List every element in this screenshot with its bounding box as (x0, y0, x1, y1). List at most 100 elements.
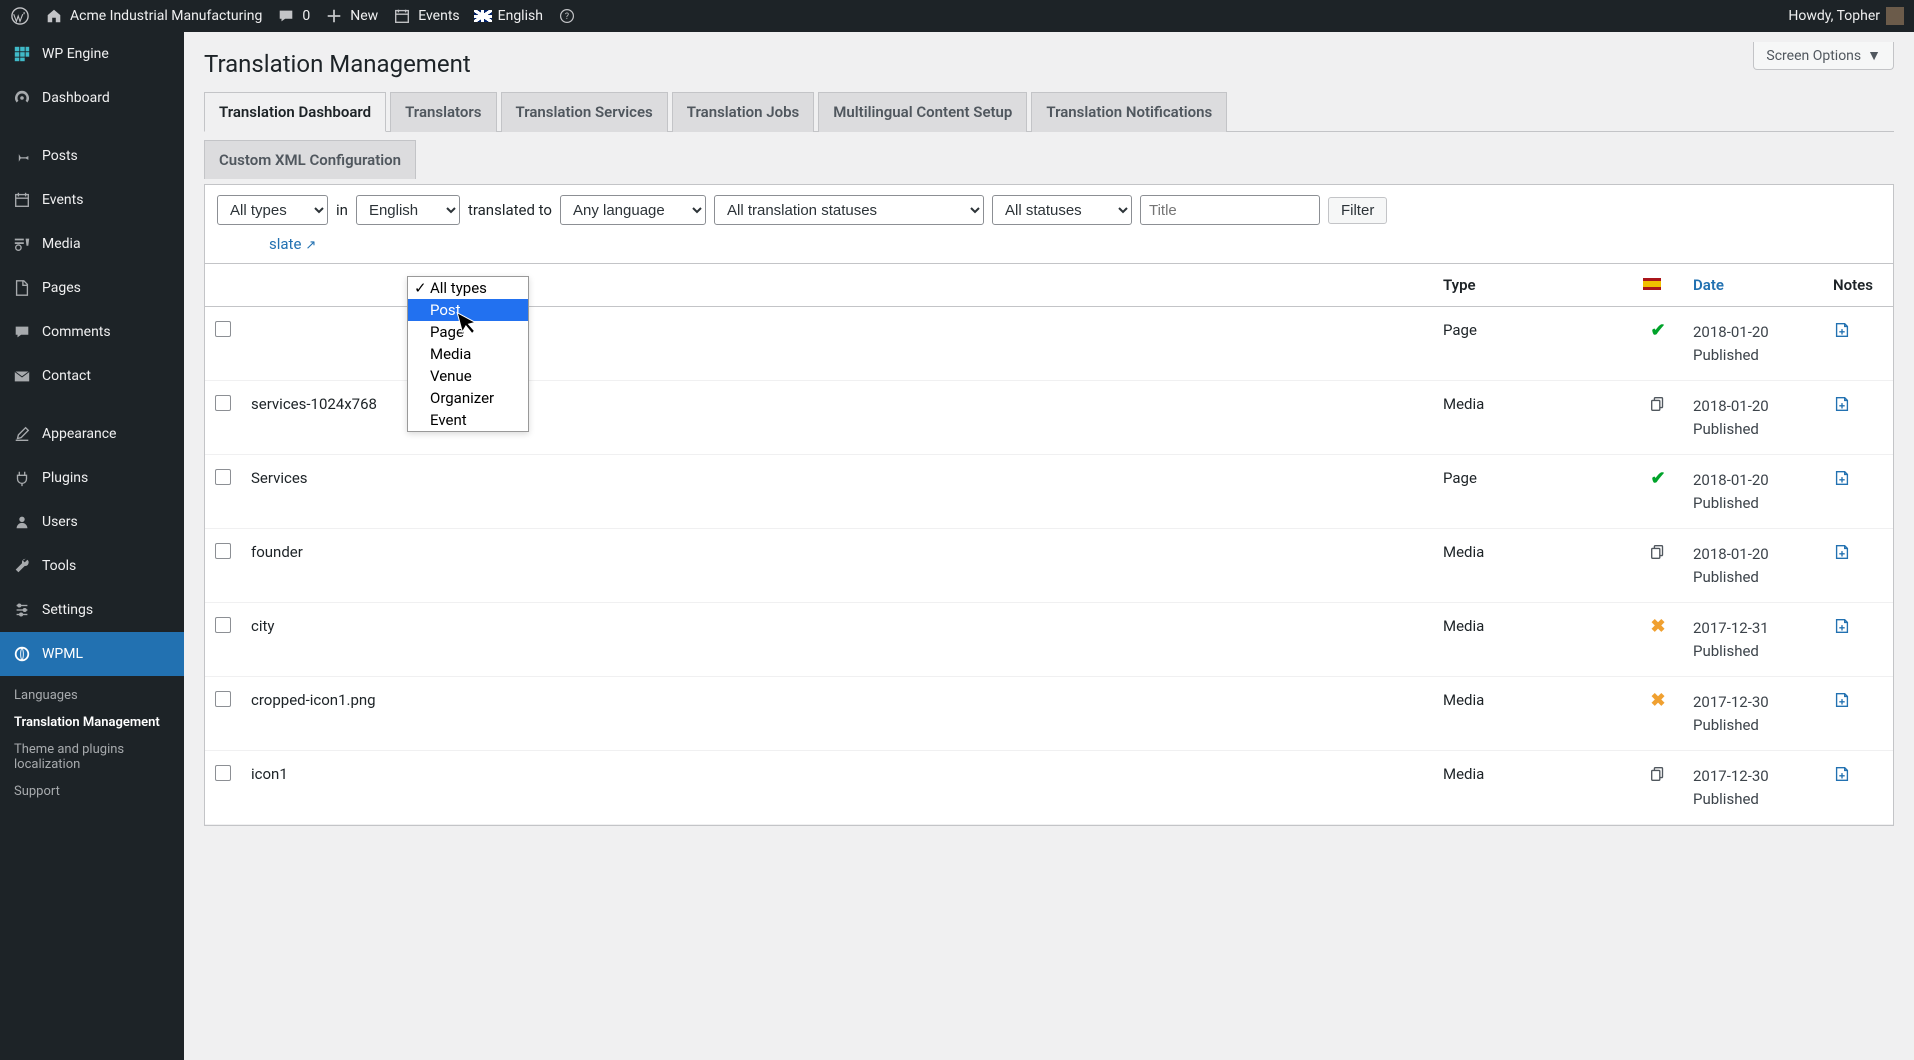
row-checkbox[interactable] (215, 469, 231, 485)
new-label: New (350, 8, 378, 24)
status-select[interactable]: All statuses (992, 195, 1132, 225)
sidebar-item-wpengine[interactable]: WP Engine (0, 32, 184, 76)
row-type: Media (1433, 603, 1633, 677)
admin-bar: Acme Industrial Manufacturing 0 New Even… (0, 0, 1914, 32)
calendar-icon (12, 190, 32, 210)
help-link[interactable]: ? (557, 6, 577, 26)
sidebar-item-users[interactable]: Users (0, 500, 184, 544)
main-content: Screen Options▼ Translation Management T… (184, 32, 1914, 1060)
home-icon (44, 6, 64, 26)
header-checkbox[interactable] (205, 264, 241, 307)
dropdown-opt-post[interactable]: Post (408, 299, 528, 321)
header-flag (1633, 264, 1683, 307)
submenu-languages[interactable]: Languages (0, 682, 184, 709)
sidebar-item-settings[interactable]: Settings (0, 588, 184, 632)
row-note (1823, 307, 1893, 381)
tab-translation-notifications[interactable]: Translation Notifications (1031, 92, 1227, 132)
tab-custom-xml[interactable]: Custom XML Configuration (204, 140, 416, 179)
sidebar-label: Tools (42, 558, 76, 574)
sidebar-item-pages[interactable]: Pages (0, 266, 184, 310)
settings-icon (12, 600, 32, 620)
header-type: Type (1433, 264, 1633, 307)
sidebar-item-media[interactable]: Media (0, 222, 184, 266)
sidebar-item-tools[interactable]: Tools (0, 544, 184, 588)
row-checkbox[interactable] (215, 543, 231, 559)
dropdown-opt-all-types[interactable]: All types (408, 277, 528, 299)
lang-to-select[interactable]: Any language (560, 195, 706, 225)
table-row: icon1Media2017-12-30Published (205, 751, 1893, 825)
translated-to-label: translated to (468, 201, 552, 219)
tab-translation-jobs[interactable]: Translation Jobs (672, 92, 814, 132)
sidebar-item-appearance[interactable]: Appearance (0, 412, 184, 456)
add-note-icon[interactable] (1833, 469, 1883, 487)
row-type: Media (1433, 529, 1633, 603)
dropdown-opt-venue[interactable]: Venue (408, 365, 528, 387)
screen-options-toggle[interactable]: Screen Options▼ (1753, 42, 1894, 70)
sidebar-item-plugins[interactable]: Plugins (0, 456, 184, 500)
add-note-icon[interactable] (1833, 617, 1883, 635)
tab-translation-dashboard[interactable]: Translation Dashboard (204, 92, 386, 132)
type-select[interactable]: All types (217, 195, 328, 225)
comment-icon (12, 322, 32, 342)
filter-button[interactable]: Filter (1328, 197, 1387, 224)
add-note-icon[interactable] (1833, 321, 1883, 339)
sidebar-item-posts[interactable]: Posts (0, 134, 184, 178)
add-note-icon[interactable] (1833, 395, 1883, 413)
new-link[interactable]: New (324, 6, 378, 26)
row-checkbox[interactable] (215, 691, 231, 707)
sidebar-item-events[interactable]: Events (0, 178, 184, 222)
events-link[interactable]: Events (392, 6, 459, 26)
sidebar-item-dashboard[interactable]: Dashboard (0, 76, 184, 120)
sidebar-item-wpml[interactable]: WPML (0, 632, 184, 676)
calendar-icon (392, 6, 412, 26)
submenu-support[interactable]: Support (0, 778, 184, 805)
header-date[interactable]: Date (1683, 264, 1823, 307)
row-checkbox[interactable] (215, 765, 231, 781)
add-note-icon[interactable] (1833, 765, 1883, 783)
language-label: English (498, 8, 543, 24)
add-note-icon[interactable] (1833, 543, 1883, 561)
language-switcher[interactable]: English (474, 8, 543, 24)
comments-link[interactable]: 0 (276, 6, 310, 26)
row-checkbox[interactable] (215, 617, 231, 633)
sidebar-label: WP Engine (42, 46, 109, 62)
dropdown-opt-media[interactable]: Media (408, 343, 528, 365)
table-row: cropped-icon1.pngMedia✖2017-12-30Publish… (205, 677, 1893, 751)
table-row: ServicesPage✔2018-01-20Published (205, 455, 1893, 529)
dashboard-icon (12, 88, 32, 108)
row-title: city (241, 603, 1433, 677)
sidebar-label: Appearance (42, 426, 116, 442)
dropdown-opt-event[interactable]: Event (408, 409, 528, 431)
tab-translators[interactable]: Translators (390, 92, 496, 132)
comments-count: 0 (302, 8, 310, 24)
tab-translation-services[interactable]: Translation Services (501, 92, 668, 132)
row-note (1823, 603, 1893, 677)
submenu-translation-management[interactable]: Translation Management (0, 709, 184, 736)
add-note-icon[interactable] (1833, 691, 1883, 709)
chevron-down-icon: ▼ (1867, 47, 1881, 64)
translation-status-select[interactable]: All translation statuses (714, 195, 984, 225)
row-checkbox[interactable] (215, 395, 231, 411)
appearance-icon (12, 424, 32, 444)
row-translation-status (1633, 529, 1683, 603)
site-home-link[interactable]: Acme Industrial Manufacturing (44, 6, 262, 26)
title-filter-input[interactable] (1140, 195, 1320, 225)
sidebar-item-contact[interactable]: Contact (0, 354, 184, 398)
translate-link[interactable]: slate↗ (269, 235, 316, 253)
check-icon: ✔ (1649, 321, 1667, 339)
sidebar-label: Comments (42, 324, 111, 340)
table-row: cityMedia✖2017-12-31Published (205, 603, 1893, 677)
row-note (1823, 751, 1893, 825)
tab-multilingual-setup[interactable]: Multilingual Content Setup (818, 92, 1027, 132)
row-checkbox[interactable] (215, 321, 231, 337)
dropdown-opt-page[interactable]: Page (408, 321, 528, 343)
sidebar-item-comments[interactable]: Comments (0, 310, 184, 354)
dropdown-opt-organizer[interactable]: Organizer (408, 387, 528, 409)
row-date: 2018-01-20Published (1683, 307, 1823, 381)
wp-logo[interactable] (10, 6, 30, 26)
row-title: Services (241, 455, 1433, 529)
my-account-link[interactable]: Howdy, Topher (1788, 7, 1904, 25)
lang-from-select[interactable]: English (356, 195, 460, 225)
submenu-theme-plugins[interactable]: Theme and plugins localization (0, 736, 184, 778)
admin-sidebar: WP Engine Dashboard Posts Events Media P… (0, 32, 184, 1060)
